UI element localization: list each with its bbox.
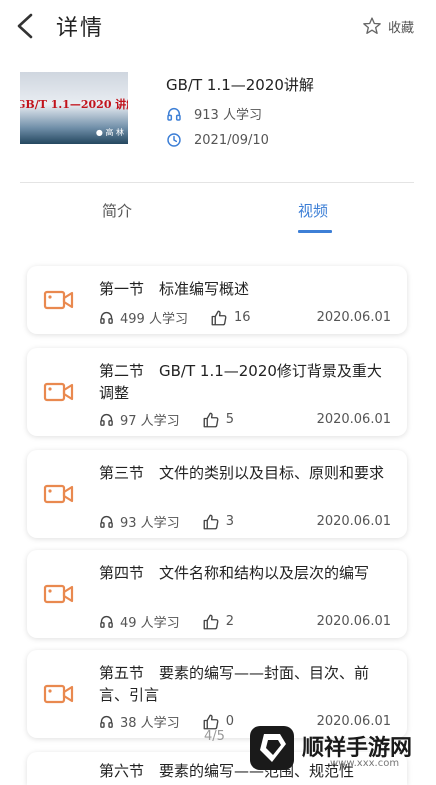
lesson-title: 第一节 标准编写概述 [99, 280, 250, 298]
course-thumbnail[interactable]: GB/T 1.1—2020 讲解 ● 高 林 [20, 72, 128, 144]
lesson-likes: 3 [225, 514, 234, 529]
watermark-logo [250, 726, 294, 770]
lesson-card[interactable]: 第一节 标准编写概述 499 人学习 16 2020.06.01 [27, 266, 407, 334]
headphones-icon [100, 515, 113, 528]
course-date: 2021/09/10 [166, 132, 269, 148]
thumbs-up-icon[interactable] [202, 713, 220, 731]
page-indicator: 4/5 [204, 729, 225, 744]
lesson-card[interactable]: 第四节 文件名称和结构以及层次的编写 49 人学习 2 2020.06.01 [27, 550, 407, 638]
lesson-likes: 16 [233, 310, 251, 325]
clock-icon [167, 133, 181, 147]
lesson-learners: 93 人学习 [120, 516, 180, 531]
video-camera-icon [43, 290, 74, 310]
course-date-text: 2021/09/10 [194, 132, 269, 148]
course-info: GB/T 1.1—2020 讲解 ● 高 林 GB/T 1.1—2020讲解 9… [20, 72, 420, 162]
lesson-card[interactable]: 第三节 文件的类别以及目标、原则和要求 93 人学习 3 2020.06.01 [27, 450, 407, 538]
watermark: 顺祥手游网 www.xxx.com [246, 718, 436, 782]
headphones-icon [100, 715, 113, 728]
lesson-title: 第三节 文件的类别以及目标、原则和要求 [99, 464, 385, 482]
tab-active-indicator [298, 230, 332, 233]
lesson-card[interactable]: 第二节 GB/T 1.1—2020修订背景及重大调整 97 人学习 5 2020… [27, 348, 407, 436]
lesson-likes: 2 [225, 614, 234, 629]
star-icon [363, 17, 381, 34]
lesson-meta: 97 人学习 5 2020.06.01 [99, 410, 391, 429]
favorite-label: 收藏 [387, 20, 414, 36]
lesson-learners: 49 人学习 [120, 616, 180, 631]
lesson-title: 第四节 文件名称和结构以及层次的编写 [99, 564, 370, 582]
watermark-url: www.xxx.com [330, 758, 400, 769]
video-camera-icon [43, 382, 74, 402]
video-camera-icon [43, 484, 74, 504]
tab-videos[interactable]: 视频 [298, 200, 328, 221]
divider [20, 182, 414, 183]
course-learners-text: 913 人学习 [194, 108, 262, 123]
video-camera-icon [43, 684, 74, 704]
video-camera-icon [43, 584, 74, 604]
lesson-meta: 499 人学习 16 2020.06.01 [99, 308, 391, 327]
lesson-title: 第五节 要素的编写——封面、目次、前言、引言 [99, 664, 370, 704]
favorite-button[interactable]: 收藏 [362, 16, 414, 36]
headphones-icon [167, 107, 181, 121]
thumbs-up-icon[interactable] [210, 309, 228, 327]
lesson-learners: 97 人学习 [120, 414, 180, 429]
thumbs-up-icon[interactable] [202, 613, 220, 631]
thumbnail-subtitle: ● 高 林 [95, 128, 124, 137]
lesson-date: 2020.06.01 [316, 310, 391, 325]
course-learners: 913 人学习 [166, 104, 262, 123]
lesson-learners: 38 人学习 [120, 716, 180, 731]
lesson-date: 2020.06.01 [316, 614, 391, 629]
watermark-logo-icon [260, 734, 286, 762]
back-arrow-icon[interactable] [14, 10, 38, 42]
lesson-learners: 499 人学习 [120, 312, 188, 327]
lesson-date: 2020.06.01 [316, 412, 391, 427]
headphones-icon [100, 615, 113, 628]
lesson-meta: 93 人学习 3 2020.06.01 [99, 512, 391, 531]
lesson-likes: 5 [225, 412, 234, 427]
tab-intro[interactable]: 简介 [102, 200, 132, 221]
header-bar: 详情 收藏 [0, 0, 436, 56]
lesson-title: 第二节 GB/T 1.1—2020修订背景及重大调整 [99, 362, 382, 402]
lesson-likes: 0 [225, 714, 234, 729]
page-title: 详情 [56, 16, 105, 41]
thumbs-up-icon[interactable] [202, 411, 220, 429]
course-title: GB/T 1.1—2020讲解 [166, 76, 314, 94]
lesson-date: 2020.06.01 [316, 514, 391, 529]
thumbs-up-icon[interactable] [202, 513, 220, 531]
headphones-icon [100, 413, 113, 426]
thumbnail-title: GB/T 1.1—2020 讲解 [20, 98, 128, 111]
headphones-icon [100, 311, 113, 324]
lesson-meta: 49 人学习 2 2020.06.01 [99, 612, 391, 631]
